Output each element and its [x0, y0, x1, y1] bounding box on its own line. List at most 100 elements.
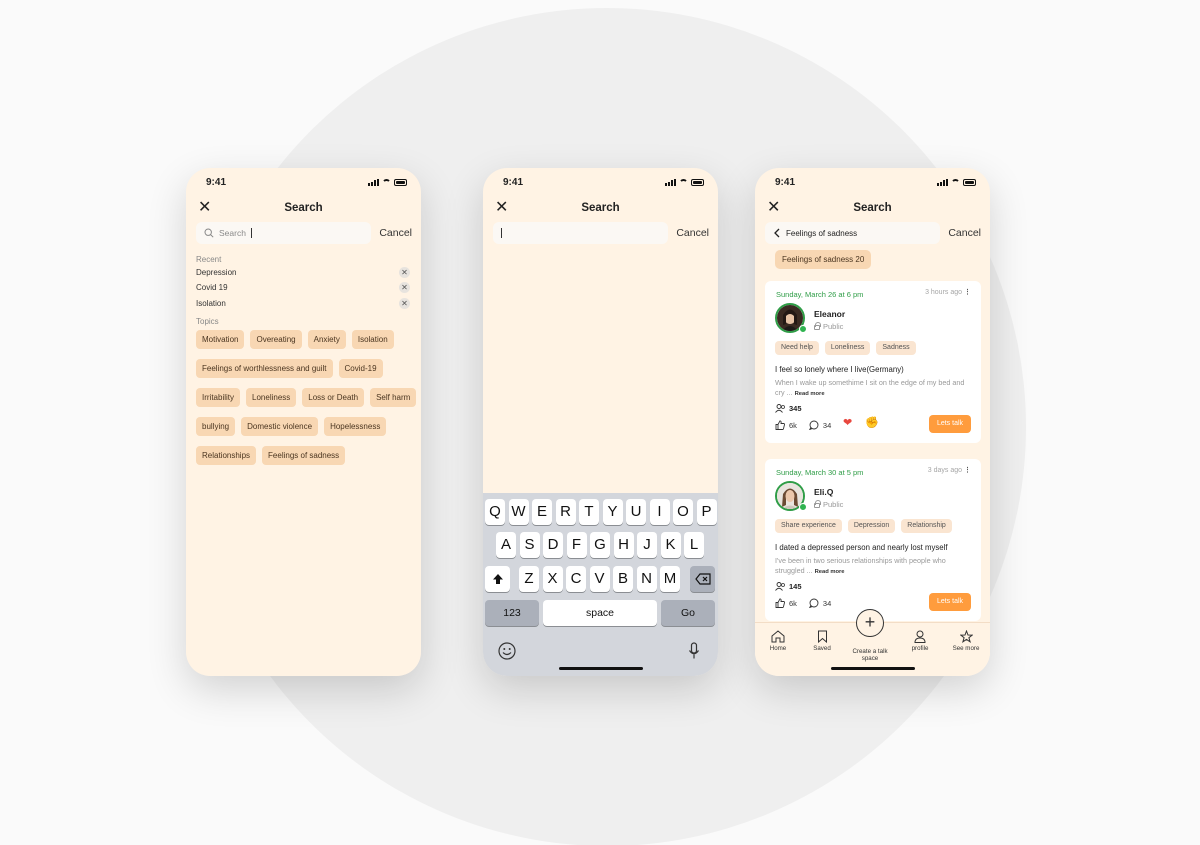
topic-chip[interactable]: Covid-19 — [338, 359, 383, 378]
backspace-key[interactable] — [690, 566, 715, 592]
post-time-ago: 3 days ago ⋮ — [927, 467, 971, 474]
topic-chip[interactable]: Self harm — [370, 388, 417, 407]
page-title: Search — [853, 202, 892, 214]
topic-chip[interactable]: Irritability — [196, 388, 241, 407]
topic-chip[interactable]: Hopelessness — [324, 417, 387, 436]
flexed-arm-icon[interactable]: ✊ — [865, 416, 879, 429]
thumbs-up-icon[interactable] — [775, 420, 785, 430]
tab-home[interactable]: Home — [758, 630, 798, 652]
thumbs-up-icon[interactable] — [775, 598, 785, 608]
key-z[interactable]: Z — [519, 566, 539, 592]
key-e[interactable]: E — [532, 499, 552, 525]
online-indicator — [799, 503, 807, 511]
post-tag[interactable]: Relationship — [901, 519, 952, 533]
topic-chip[interactable]: Loneliness — [246, 388, 297, 407]
key-h[interactable]: H — [613, 532, 634, 558]
key-f[interactable]: F — [566, 532, 587, 558]
go-key[interactable]: Go — [661, 600, 715, 626]
post-card[interactable]: Sunday, March 30 at 5 pm 3 days ago ⋮ El… — [765, 459, 981, 621]
topic-chip[interactable]: Domestic violence — [241, 417, 319, 436]
status-bar: 9:41 — [503, 176, 704, 188]
search-input[interactable]: Search — [196, 222, 372, 244]
lets-talk-button[interactable]: Lets talk — [929, 415, 971, 433]
key-s[interactable]: S — [519, 532, 540, 558]
topic-chip[interactable]: bullying — [196, 417, 236, 436]
members-count: 145 — [775, 582, 802, 591]
topic-chip[interactable]: Relationships — [196, 446, 257, 465]
key-y[interactable]: Y — [602, 499, 623, 525]
key-j[interactable]: J — [637, 532, 657, 558]
tab-profile[interactable]: profile — [900, 630, 940, 652]
tab-saved[interactable]: Saved — [802, 630, 842, 652]
read-more-link[interactable]: Read more — [815, 569, 845, 575]
post-tag[interactable]: Share experience — [775, 519, 842, 533]
search-input[interactable] — [493, 222, 669, 244]
key-n[interactable]: N — [636, 566, 657, 592]
key-p[interactable]: P — [696, 499, 717, 525]
key-u[interactable]: U — [626, 499, 646, 525]
create-talk-space-button[interactable]: + — [856, 609, 884, 637]
back-arrow-icon[interactable] — [773, 228, 781, 238]
recent-item[interactable]: Depression ✕ — [196, 266, 410, 278]
users-icon — [775, 582, 785, 591]
tab-see-more[interactable]: See more — [946, 630, 986, 652]
key-b[interactable]: B — [613, 566, 633, 592]
search-input[interactable]: Feelings of sadness — [765, 222, 941, 244]
heart-hands-icon[interactable]: ❤ — [843, 416, 852, 429]
key-k[interactable]: K — [660, 532, 681, 558]
recent-item[interactable]: Covid 19 ✕ — [196, 281, 410, 293]
topic-chip[interactable]: Motivation — [196, 330, 245, 349]
recent-item-label: Depression — [196, 267, 237, 277]
comment-icon[interactable] — [808, 598, 819, 608]
search-icon — [204, 228, 214, 238]
key-q[interactable]: Q — [485, 499, 505, 525]
topic-chip[interactable]: Anxiety — [307, 330, 346, 349]
key-m[interactable]: M — [660, 566, 680, 592]
numbers-key[interactable]: 123 — [485, 600, 539, 626]
comment-icon[interactable] — [808, 420, 819, 430]
wifi-icon — [679, 178, 688, 186]
recent-item[interactable]: Isolation ✕ — [196, 297, 410, 309]
key-c[interactable]: C — [566, 566, 586, 592]
topic-chip[interactable]: Overeating — [250, 330, 302, 349]
key-g[interactable]: G — [590, 532, 610, 558]
cancel-button[interactable]: Cancel — [379, 227, 412, 239]
space-key[interactable]: space — [543, 600, 657, 626]
post-tag[interactable]: Depression — [847, 519, 896, 533]
cancel-button[interactable]: Cancel — [676, 227, 709, 239]
key-d[interactable]: D — [543, 532, 563, 558]
key-v[interactable]: V — [589, 566, 610, 592]
lets-talk-button[interactable]: Lets talk — [929, 593, 971, 611]
key-o[interactable]: O — [673, 499, 693, 525]
key-l[interactable]: L — [684, 532, 704, 558]
recent-label: Recent — [196, 255, 222, 264]
post-tag[interactable]: Loneliness — [824, 341, 871, 355]
microphone-icon[interactable] — [688, 642, 700, 660]
post-card[interactable]: Sunday, March 26 at 6 pm 3 hours ago ⋮ E… — [765, 281, 981, 443]
topic-chip[interactable]: Loss or Death — [302, 388, 365, 407]
key-w[interactable]: W — [508, 499, 529, 525]
key-x[interactable]: X — [542, 566, 563, 592]
remove-icon[interactable]: ✕ — [399, 281, 410, 293]
key-i[interactable]: I — [649, 499, 670, 525]
topic-chip[interactable]: Isolation — [351, 330, 394, 349]
key-r[interactable]: R — [555, 499, 576, 525]
key-a[interactable]: A — [496, 532, 516, 558]
text-cursor — [501, 228, 502, 238]
more-options-icon[interactable]: ⋮ — [964, 289, 971, 296]
key-t[interactable]: T — [579, 499, 599, 525]
create-talk-space-label: Create a talk space — [852, 648, 888, 662]
post-time-ago: 3 hours ago ⋮ — [925, 289, 971, 296]
post-tag[interactable]: Need help — [775, 341, 819, 355]
visibility: Public — [814, 322, 843, 331]
shift-key[interactable] — [485, 566, 510, 592]
emoji-icon[interactable] — [498, 642, 516, 660]
topic-chip[interactable]: Feelings of worthlessness and guilt — [196, 359, 333, 378]
post-tag[interactable]: Sadness — [876, 341, 916, 355]
read-more-link[interactable]: Read more — [795, 391, 825, 397]
remove-icon[interactable]: ✕ — [399, 266, 410, 278]
remove-icon[interactable]: ✕ — [399, 297, 410, 309]
topic-chip[interactable]: Feelings of sadness — [262, 446, 346, 465]
more-options-icon[interactable]: ⋮ — [964, 467, 971, 474]
cancel-button[interactable]: Cancel — [948, 227, 981, 239]
